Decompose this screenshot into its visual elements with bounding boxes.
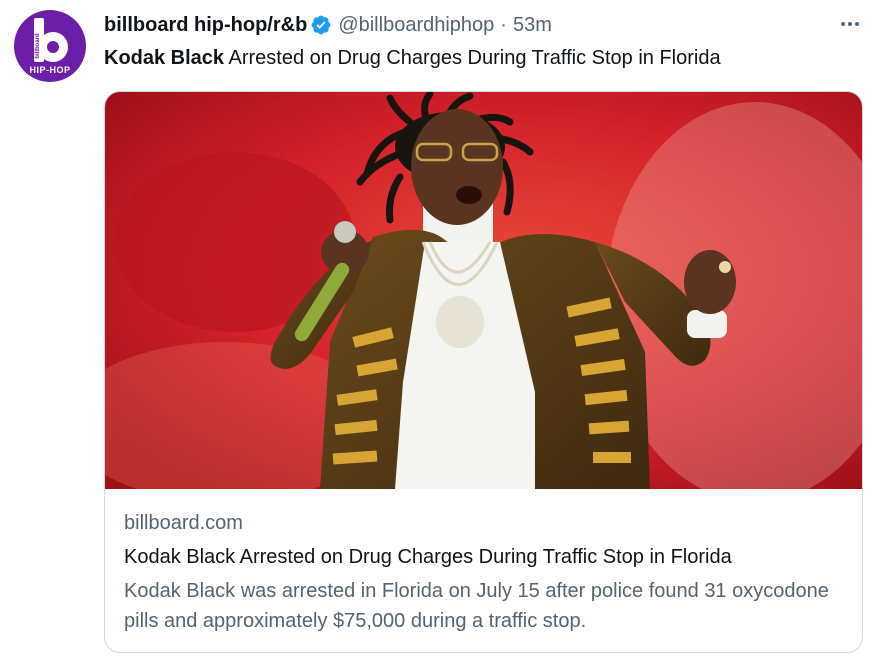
performer-photo <box>105 92 862 489</box>
link-preview-card[interactable]: billboard.com Kodak Black Arrested on Dr… <box>104 91 863 653</box>
card-meta: billboard.com Kodak Black Arrested on Dr… <box>124 510 844 636</box>
card-image[interactable] <box>105 92 862 489</box>
billboard-logo-icon: billboard <box>34 18 68 62</box>
card-domain: billboard.com <box>124 512 243 534</box>
tweet-text-rest: Arrested on Drug Charges During Traffic … <box>224 47 721 69</box>
display-name[interactable]: billboard hip-hop/r&b <box>104 12 307 38</box>
tweet-text: Kodak Black Arrested on Drug Charges Dur… <box>104 45 844 71</box>
card-description: Kodak Black was arrested in Florida on J… <box>124 580 829 632</box>
separator-dot: · <box>500 14 507 36</box>
tweet[interactable]: billboard HIP-HOP billboard hip-hop/r&b … <box>0 0 886 664</box>
avatar-brand-text: billboard <box>35 33 41 59</box>
tweet-header: billboard hip-hop/r&b @billboardhiphop ·… <box>104 12 552 38</box>
tweet-text-bold: Kodak Black <box>104 47 225 69</box>
card-title[interactable]: Kodak Black Arrested on Drug Charges Dur… <box>124 544 844 570</box>
more-horizontal-icon <box>841 22 845 26</box>
tweet-timestamp[interactable]: 53m <box>513 12 552 38</box>
profile-avatar[interactable]: billboard HIP-HOP <box>14 10 86 82</box>
user-handle[interactable]: @billboardhiphop <box>338 12 494 38</box>
avatar-label: HIP-HOP <box>29 65 71 75</box>
more-options-button[interactable] <box>836 12 864 36</box>
verified-badge-icon <box>311 15 331 35</box>
